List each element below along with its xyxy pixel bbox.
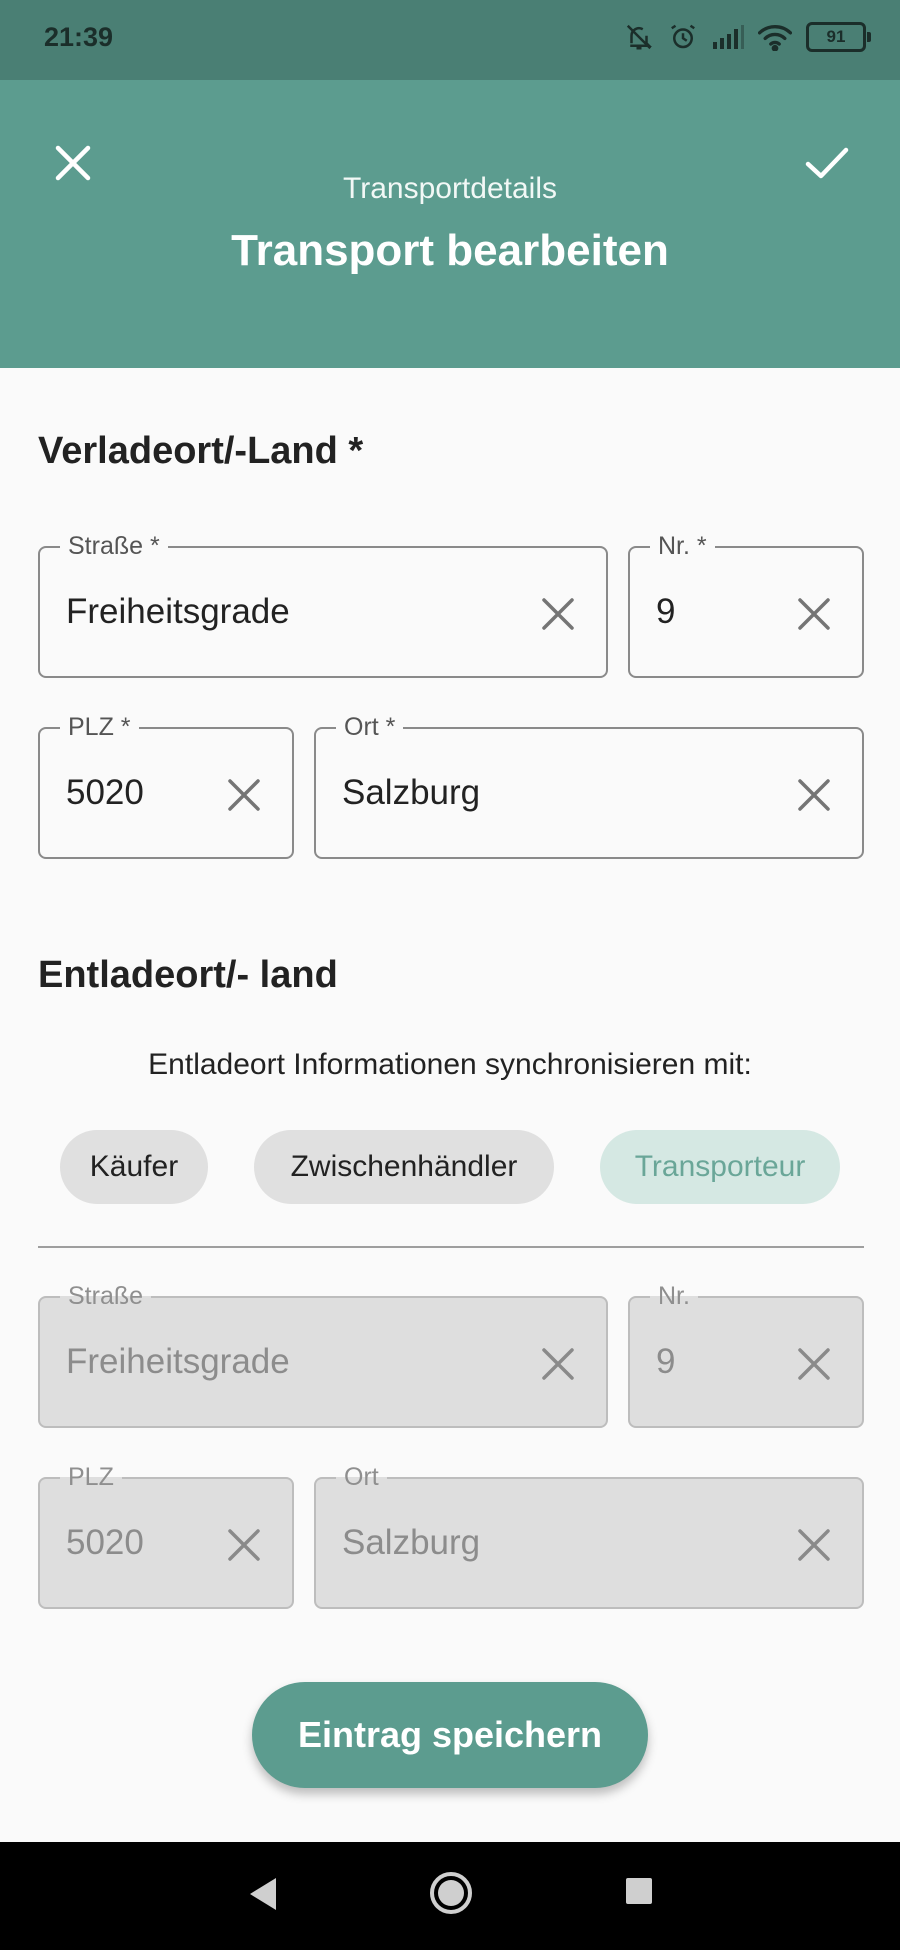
field-label: Nr. * [650,532,715,560]
confirm-button[interactable] [802,140,852,186]
field-value: Salzburg [342,773,481,812]
unloading-number-field: Nr. 9 [628,1282,864,1428]
clear-icon[interactable] [224,775,264,815]
field-label: Straße * [60,532,168,560]
field-label: Straße [60,1282,152,1310]
chip-zwischenhaendler[interactable]: Zwischenhändler [254,1130,554,1204]
home-icon[interactable] [428,1870,474,1916]
clear-icon [798,1529,830,1561]
unloading-section-title: Entladeort/- land [38,954,338,996]
field-value: Freiheitsgrade [66,592,290,631]
page-title: Transport bearbeiten [231,226,669,275]
loading-section-title: Verladeort/-Land * [38,430,364,472]
clear-icon[interactable] [794,594,834,634]
chip-transporteur[interactable]: Transporteur [600,1130,840,1204]
clear-icon [228,1529,260,1561]
save-entry-button[interactable]: Eintrag speichern [252,1682,648,1788]
unloading-city-field: Ort Salzburg [314,1463,864,1609]
sync-description: Entladeort Informationen synchronisieren… [148,1048,752,1081]
field-label: Ort [336,1463,387,1491]
loading-street-field[interactable]: Straße * Freiheitsgrade [38,532,608,678]
loading-number-field[interactable]: Nr. * 9 [628,532,864,678]
field-value: 9 [656,1342,676,1381]
wifi-icon [758,23,792,51]
bell-off-icon [624,22,654,52]
field-label: Nr. [650,1282,698,1310]
app-bar-subtitle: Transportdetails [343,172,557,205]
chip-kaeufer[interactable]: Käufer [60,1130,208,1204]
loading-city-field[interactable]: Ort * Salzburg [314,713,864,859]
unloading-zip-field: PLZ 5020 [38,1463,294,1609]
status-icons: 91 [624,22,871,52]
status-time: 21:39 [44,22,114,52]
app-bar: Transportdetails Transport bearbeiten [0,80,900,368]
field-label: Ort * [336,713,404,741]
check-icon [805,147,849,179]
loading-zip-field[interactable]: PLZ * 5020 [38,713,294,859]
battery-icon: 91 [806,22,871,52]
clear-icon [798,1348,830,1380]
field-value: Freiheitsgrade [66,1342,290,1381]
clear-icon [542,1348,574,1380]
field-label: PLZ [60,1463,122,1491]
field-value: 9 [656,592,676,631]
unloading-street-field: Straße Freiheitsgrade [38,1282,608,1428]
status-bar: 21:39 91 [0,0,900,80]
signal-icon [712,24,744,50]
system-nav-bar [0,1842,900,1950]
field-label: PLZ * [60,713,139,741]
recents-icon[interactable] [624,1876,654,1906]
field-value: 5020 [66,1523,144,1562]
divider [38,1246,864,1248]
field-value: Salzburg [342,1523,481,1562]
clear-icon[interactable] [538,594,578,634]
back-icon[interactable] [246,1874,278,1914]
alarm-icon [668,22,698,52]
clear-icon[interactable] [794,775,834,815]
field-value: 5020 [66,773,144,812]
